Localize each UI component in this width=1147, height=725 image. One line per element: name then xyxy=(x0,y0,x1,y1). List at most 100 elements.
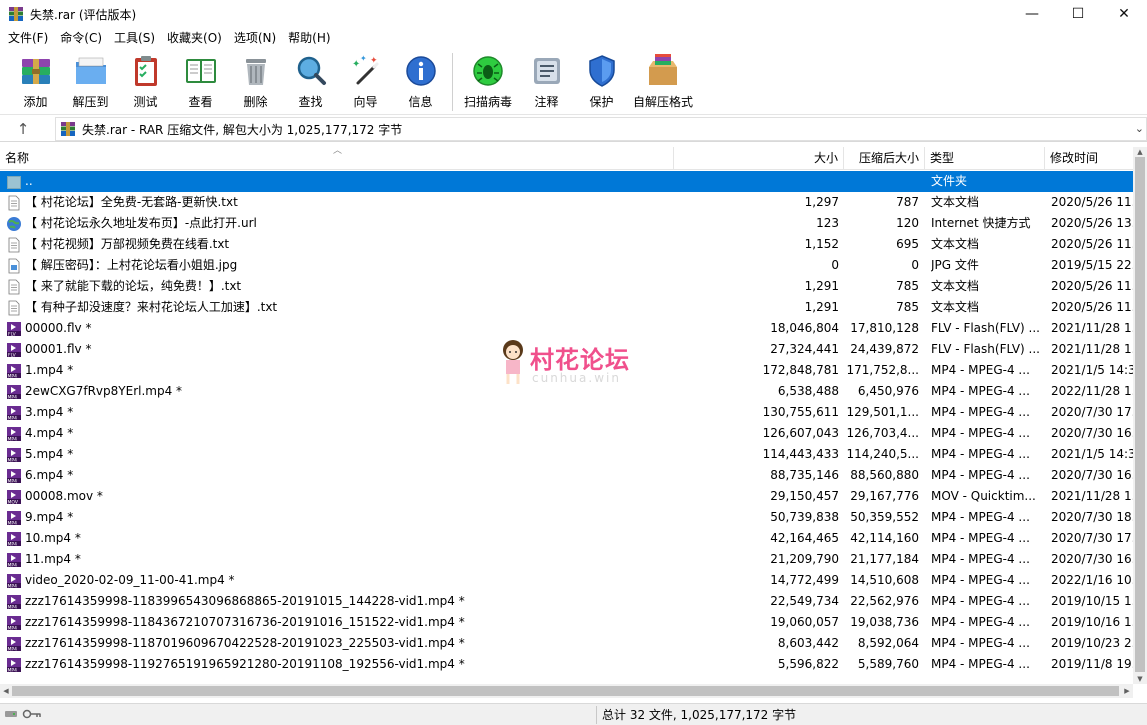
scroll-down-icon[interactable]: ▼ xyxy=(1133,674,1147,684)
svg-text:MOV: MOV xyxy=(8,499,19,505)
table-row[interactable]: FLV 00000.flv * 18,046,804 17,810,128 FLV - … xyxy=(0,318,1133,339)
table-row[interactable]: 【 村花论坛永久地址发布页】-点此打开.url 123 120 Internet 快捷… xyxy=(0,213,1133,234)
cell-name: 【 来了就能下载的论坛，纯免费！】.txt xyxy=(6,276,671,297)
chevron-down-icon[interactable]: ⌄ xyxy=(1135,122,1144,135)
cell-name: MP4 3.mp4 * xyxy=(6,402,671,423)
column-type[interactable]: 类型 xyxy=(925,147,1045,170)
cell-packed xyxy=(846,171,919,192)
table-row[interactable]: 【 村花论坛】全免费-无套路-更新快.txt 1,297 787 文本文档 2020/5… xyxy=(0,192,1133,213)
file-name: 6.mp4 * xyxy=(25,468,74,482)
svg-text:FLV: FLV xyxy=(8,352,17,358)
svg-text:MP4: MP4 xyxy=(8,625,18,631)
cell-type: FLV - Flash(FLV) ... xyxy=(931,321,1040,335)
horizontal-scroll-thumb[interactable] xyxy=(12,686,1119,696)
scroll-up-icon[interactable]: ▲ xyxy=(1133,147,1147,157)
table-row[interactable]: MP4 zzz17614359998-1184367210707316736-20… xyxy=(0,612,1133,633)
file-name: video_2020-02-09_11-00-41.mp4 * xyxy=(25,573,235,587)
menu-commands[interactable]: 命令(C) xyxy=(54,28,108,49)
watermark-text: 村花论坛 xyxy=(530,346,630,374)
cell-size: 22,549,734 xyxy=(770,594,839,608)
sfx-button[interactable]: 自解压格式 xyxy=(629,49,697,113)
table-row[interactable]: 【 解压密码】：上村花论坛看小姐姐.jpg 0 0 JPG 文件 2019/5/15 2… xyxy=(0,255,1133,276)
column-modified[interactable]: 修改时间 xyxy=(1045,147,1133,170)
cell-size: 14,772,499 xyxy=(770,573,839,587)
vertical-scrollbar[interactable]: ▲ ▼ xyxy=(1133,147,1147,684)
menu-tools[interactable]: 工具(S) xyxy=(108,28,161,49)
text-file-icon xyxy=(6,237,22,253)
scroll-right-icon[interactable]: ▶ xyxy=(1121,684,1133,698)
cell-type: MP4 - MPEG-4 ... xyxy=(931,615,1030,629)
test-button[interactable]: 测试 xyxy=(118,49,173,113)
comment-button[interactable]: 注释 xyxy=(519,49,574,113)
table-row[interactable]: MP4 9.mp4 * 50,739,838 50,359,552 MP4 - MPEG… xyxy=(0,507,1133,528)
info-button[interactable]: 信息 xyxy=(393,49,448,113)
find-button[interactable]: 查找 xyxy=(283,49,338,113)
sfx-box-icon xyxy=(649,54,677,85)
table-row[interactable]: MP4 10.mp4 * 42,164,465 42,114,160 MP4 - MPE… xyxy=(0,528,1133,549)
table-row[interactable]: 【 有种子却没速度？来村花论坛人工加速】.txt 1,291 785 文本文档 2020… xyxy=(0,297,1133,318)
table-row[interactable]: 【 来了就能下载的论坛，纯免费！】.txt 1,291 785 文本文档 2020/5/… xyxy=(0,276,1133,297)
horizontal-scrollbar[interactable]: ◀ ▶ xyxy=(0,684,1133,698)
menu-help[interactable]: 帮助(H) xyxy=(282,28,336,49)
close-button[interactable]: ✕ xyxy=(1101,0,1147,28)
cell-modified: 2019/11/8 19. xyxy=(1051,657,1133,671)
text-file-icon xyxy=(6,300,22,316)
mp4-video-icon: MP4 xyxy=(6,531,22,547)
view-button[interactable]: 查看 xyxy=(173,49,228,113)
cell-packed: 171,752,8... xyxy=(846,363,919,377)
scroll-left-icon[interactable]: ◀ xyxy=(0,684,12,698)
menu-favorites[interactable]: 收藏夹(O) xyxy=(161,28,228,49)
mp4-video-icon: MP4 xyxy=(6,552,22,568)
cell-name: MP4 zzz17614359998-1184367210707316736-20… xyxy=(6,612,671,633)
mov-video-icon: MOV xyxy=(6,489,22,505)
minimize-button[interactable]: — xyxy=(1009,0,1055,28)
delete-button[interactable]: 删除 xyxy=(228,49,283,113)
add-button[interactable]: 添加 xyxy=(8,49,63,113)
column-size[interactable]: 大小 xyxy=(674,147,844,170)
table-row[interactable]: MP4 4.mp4 * 126,607,043 126,703,4... MP4 - M… xyxy=(0,423,1133,444)
cell-type: MP4 - MPEG-4 ... xyxy=(931,384,1030,398)
address-text: 失禁.rar - RAR 压缩文件, 解包大小为 1,025,177,172 字… xyxy=(82,122,403,137)
menu-file[interactable]: 文件(F) xyxy=(2,28,54,49)
maximize-button[interactable]: ☐ xyxy=(1055,0,1101,28)
cell-packed: 42,114,160 xyxy=(850,531,919,545)
extract-to-button[interactable]: 解压到 xyxy=(63,49,118,113)
table-row[interactable]: MP4 zzz17614359998-1192765191965921280-20… xyxy=(0,654,1133,675)
cell-size xyxy=(676,171,839,192)
cell-type: MP4 - MPEG-4 ... xyxy=(931,510,1030,524)
cell-packed: 120 xyxy=(896,216,919,230)
cell-type: MP4 - MPEG-4 ... xyxy=(931,594,1030,608)
watermark-sub: cunhua.win xyxy=(532,371,621,385)
column-packed[interactable]: 压缩后大小 xyxy=(844,147,925,170)
flv-video-icon: FLV xyxy=(6,342,22,358)
cell-type: JPG 文件 xyxy=(931,258,979,272)
cartoon-girl-icon xyxy=(503,340,523,384)
menu-options[interactable]: 选项(N) xyxy=(228,28,282,49)
table-row[interactable]: MP4 11.mp4 * 21,209,790 21,177,184 MP4 - MPE… xyxy=(0,549,1133,570)
table-row-parent-folder[interactable]: .. 文件夹 xyxy=(0,171,1133,192)
protect-button[interactable]: 保护 xyxy=(574,49,629,113)
vertical-scroll-thumb[interactable] xyxy=(1135,157,1145,672)
table-row[interactable]: MP4 zzz17614359998-1183996543096868865-20… xyxy=(0,591,1133,612)
mp4-video-icon: MP4 xyxy=(6,636,22,652)
up-arrow-icon[interactable]: ↑ xyxy=(0,116,46,142)
file-name: 5.mp4 * xyxy=(25,447,74,461)
table-row[interactable]: MOV 00008.mov * 29,150,457 29,167,776 MOV - … xyxy=(0,486,1133,507)
cell-size: 6,538,488 xyxy=(777,384,839,398)
table-row[interactable]: 【 村花视频】万部视频免费在线看.txt 1,152 695 文本文档 2020/5/2… xyxy=(0,234,1133,255)
table-row[interactable]: MP4 3.mp4 * 130,755,611 129,501,1... MP4 - M… xyxy=(0,402,1133,423)
cell-modified: 2021/11/28 1. xyxy=(1051,342,1133,356)
wizard-button[interactable]: ✦ ✦ ✦ 向导 xyxy=(338,49,393,113)
table-row[interactable]: MP4 5.mp4 * 114,443,433 114,240,5... MP4 - M… xyxy=(0,444,1133,465)
drive-icon[interactable] xyxy=(4,707,18,721)
table-row[interactable]: MP4 zzz17614359998-1187019609670422528-20… xyxy=(0,633,1133,654)
key-icon[interactable] xyxy=(22,707,42,721)
virus-scan-button[interactable]: 扫描病毒 xyxy=(457,49,519,113)
status-bar: 总计 32 文件, 1,025,177,172 字节 xyxy=(0,703,1147,725)
cell-type: 文件夹 xyxy=(931,174,968,188)
cell-size: 21,209,790 xyxy=(770,552,839,566)
cell-type: MP4 - MPEG-4 ... xyxy=(931,531,1030,545)
address-field[interactable]: 失禁.rar - RAR 压缩文件, 解包大小为 1,025,177,172 字… xyxy=(55,117,1147,141)
table-row[interactable]: MP4 video_2020-02-09_11-00-41.mp4 * 14,772… xyxy=(0,570,1133,591)
table-row[interactable]: MP4 6.mp4 * 88,735,146 88,560,880 MP4 - MPEG… xyxy=(0,465,1133,486)
